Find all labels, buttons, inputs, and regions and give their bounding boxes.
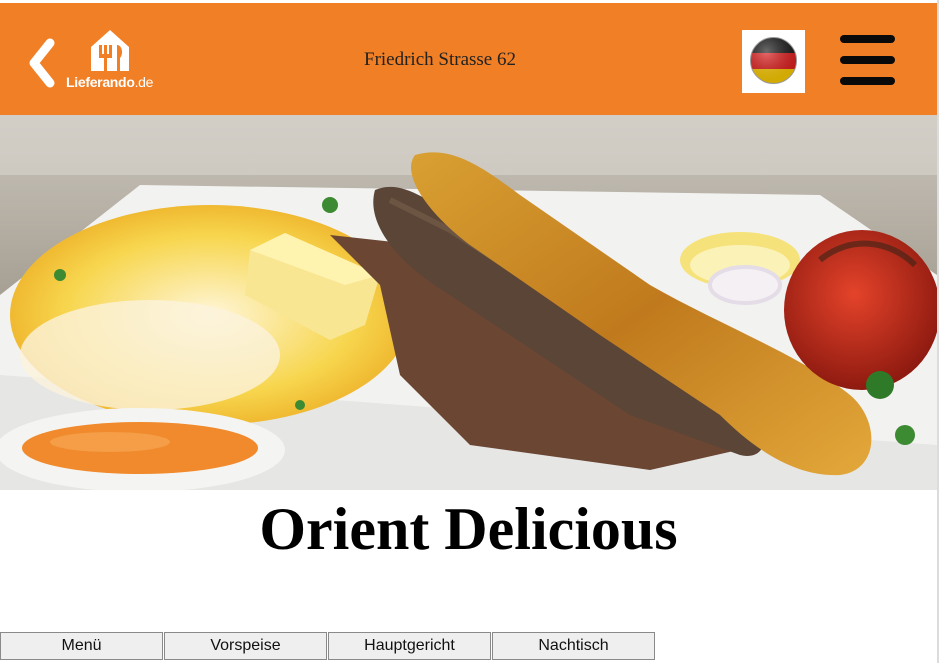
page: Lieferando.de Friedrich Strasse 62 Orien… [0,0,939,663]
category-tabs: Menü Vorspeise Hauptgericht Nachtisch [0,632,656,660]
logo-text: Lieferando [66,74,135,90]
tab-menu[interactable]: Menü [0,632,163,660]
language-selector[interactable] [742,30,805,93]
logo-domain: .de [134,74,154,90]
tab-vorspeise[interactable]: Vorspeise [164,632,327,660]
chevron-left-icon[interactable] [26,37,60,89]
header-bar: Lieferando.de Friedrich Strasse 62 [0,3,937,115]
restaurant-title: Orient Delicious [259,496,678,562]
delivery-address: Friedrich Strasse 62 [364,49,516,70]
hamburger-menu-icon[interactable] [840,35,896,87]
tab-nachtisch[interactable]: Nachtisch [492,632,655,660]
hero-food-image [0,115,937,490]
germany-flag-icon [750,37,797,84]
tab-hauptgericht[interactable]: Hauptgericht [328,632,491,660]
logo-wordmark[interactable]: Lieferando.de [66,74,153,90]
